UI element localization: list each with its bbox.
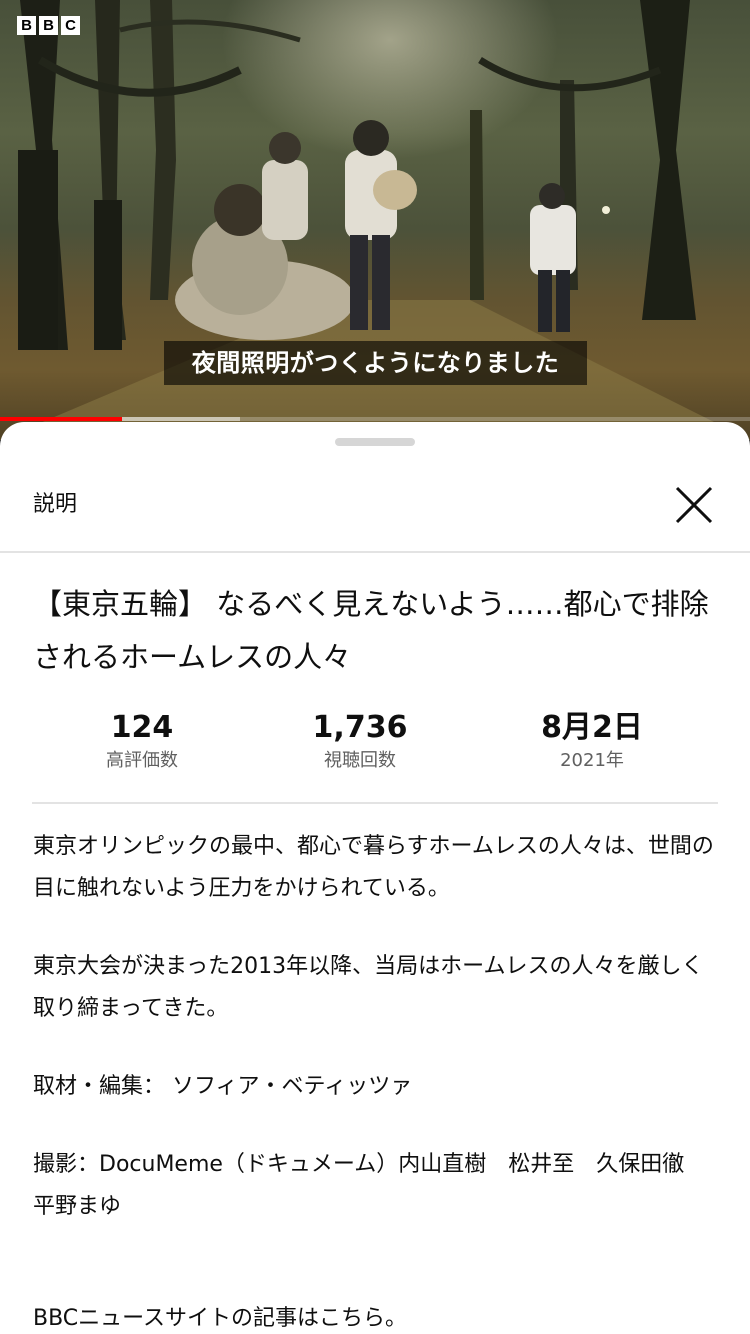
description-link-text[interactable]: BBCニュースサイトの記事はこちら。 bbox=[33, 1298, 723, 1334]
close-button[interactable] bbox=[666, 477, 722, 533]
description-paragraph: 東京オリンピックの最中、都心で暮らすホームレスの人々は、世間の目に触れないよう圧… bbox=[33, 834, 714, 901]
logo-letter: B bbox=[39, 16, 58, 35]
description-paragraph: 撮影：DocuMeme（ドキュメーム）内山直樹 松井至 久保田徹 平野まゆ bbox=[33, 1152, 707, 1219]
likes-count: 124 bbox=[110, 710, 174, 745]
close-icon bbox=[675, 486, 713, 524]
video-stats: 124 高評価数 1,736 視聴回数 8月2日 2021年 bbox=[32, 708, 718, 804]
date-stat: 8月2日 2021年 bbox=[482, 708, 702, 774]
likes-label: 高評価数 bbox=[106, 750, 178, 771]
description-sheet: 説明 【東京五輪】 なるべく見えないよう……都心で排除されるホームレスの人々 1… bbox=[0, 422, 750, 1334]
description-paragraph: 東京大会が決まった2013年以降、当局はホームレスの人々を厳しく取り締まってきた… bbox=[33, 954, 704, 1021]
sheet-header: 説明 bbox=[0, 460, 750, 553]
video-player[interactable]: B B C 夜間照明がつくようになりました bbox=[0, 0, 750, 440]
screen: B B C 夜間照明がつくようになりました 説明 【東京五輪】 なるべく見えない… bbox=[0, 0, 750, 1334]
views-label: 視聴回数 bbox=[324, 750, 396, 771]
drag-handle[interactable] bbox=[335, 438, 415, 446]
bbc-logo: B B C bbox=[17, 16, 80, 35]
upload-date: 8月2日 bbox=[541, 710, 643, 745]
progress-played bbox=[0, 417, 123, 421]
upload-year: 2021年 bbox=[560, 750, 624, 771]
video-subtitle: 夜間照明がつくようになりました bbox=[164, 341, 587, 385]
logo-letter: C bbox=[61, 16, 80, 35]
description-text: 東京オリンピックの最中、都心で暮らすホームレスの人々は、世間の目に触れないよう圧… bbox=[33, 826, 723, 1334]
video-title: 【東京五輪】 なるべく見えないよう……都心で排除されるホームレスの人々 bbox=[33, 587, 709, 674]
sheet-title: 説明 bbox=[33, 492, 78, 517]
likes-stat: 124 高評価数 bbox=[32, 708, 252, 774]
views-stat: 1,736 視聴回数 bbox=[250, 708, 470, 774]
logo-letter: B bbox=[17, 16, 36, 35]
views-count: 1,736 bbox=[312, 710, 408, 745]
description-paragraph: 取材・編集： ソフィア・ベティッツァ bbox=[33, 1074, 413, 1099]
progress-bar[interactable] bbox=[0, 417, 750, 421]
